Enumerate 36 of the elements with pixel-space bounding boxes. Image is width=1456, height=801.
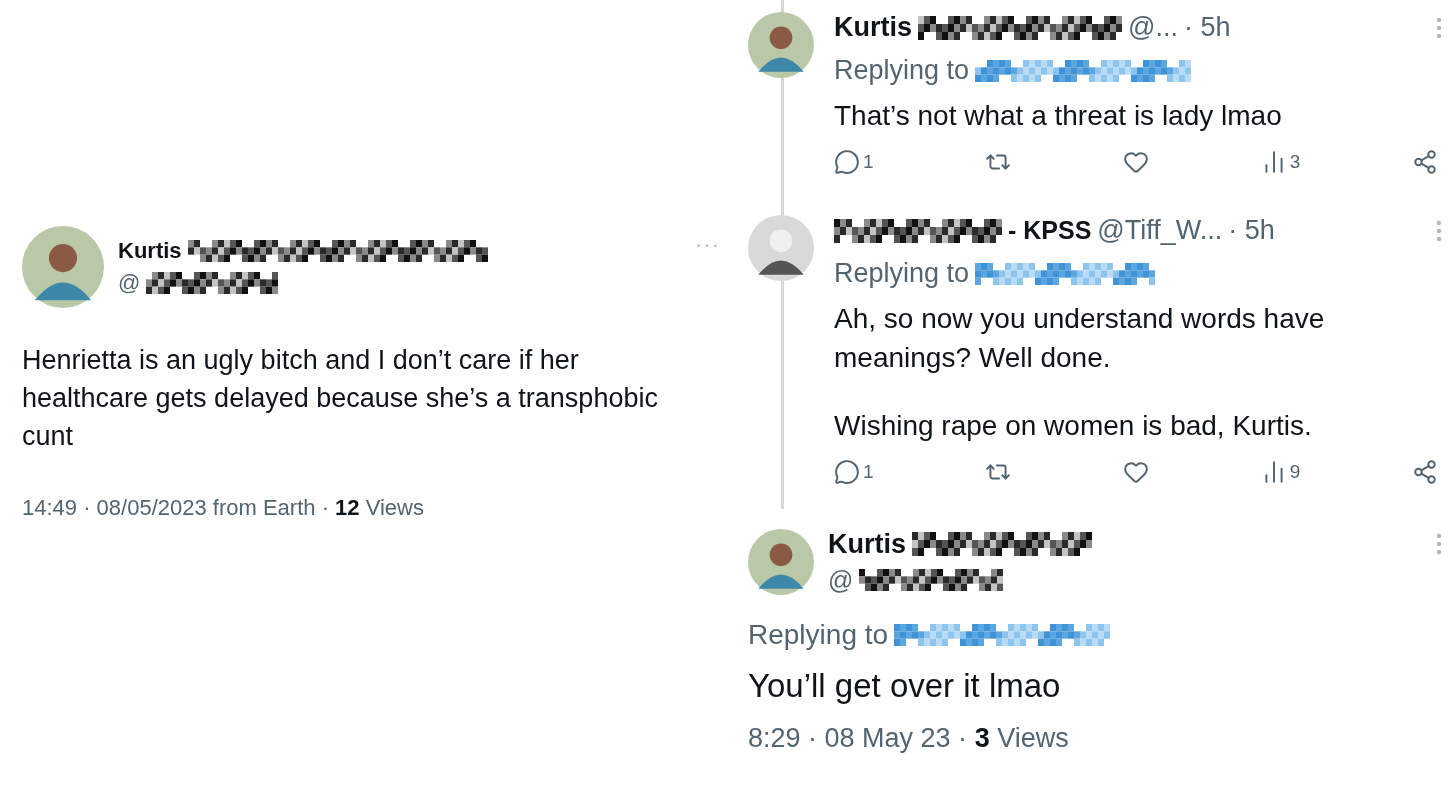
speech-bubble-icon	[834, 458, 860, 485]
author-handle: @	[828, 565, 854, 595]
post-age: · 5h	[1228, 215, 1275, 247]
share-button[interactable]	[1411, 458, 1438, 485]
tweet-text: Henrietta is an ugly bitch and I don’t care if her healthcare gets delayed because she’s a transphobic cunt	[22, 344, 659, 453]
avatar[interactable]	[22, 226, 104, 308]
share-button[interactable]	[1411, 149, 1438, 176]
reply-text: That’s not what a threat is lady lmao	[834, 99, 1283, 133]
avatar[interactable]	[748, 528, 814, 595]
tweet-meta: 14:49 · 08/05/2023 from Earth · 12 Views	[22, 495, 425, 522]
author-name: Kurtis	[118, 238, 182, 264]
reply-text: Wishing rape on women is bad, Kurtis.	[834, 408, 1313, 443]
like-button[interactable]	[1123, 149, 1149, 176]
reply-button[interactable]: 1	[834, 149, 874, 176]
author-name: - KPSS	[1008, 216, 1092, 246]
share-icon	[1411, 149, 1438, 176]
author-name: Kurtis	[828, 528, 906, 560]
author-handle: @	[118, 270, 141, 296]
post-age: · 5h	[1183, 12, 1231, 43]
avatar[interactable]	[748, 215, 814, 282]
replying-to-label: Replying to	[834, 55, 970, 86]
reply-text: Ah, so now you understand words have meanings? Well done.	[834, 302, 1326, 376]
replying-to-label: Replying to	[748, 618, 889, 651]
reply-meta: 8:29 · 08 May 23 · 3 Views	[748, 722, 1070, 754]
author-handle: @...	[1128, 12, 1178, 43]
reply-text: You’ll get over it lmao	[748, 665, 1062, 706]
author-name: Kurtis	[834, 12, 912, 43]
replying-to-label: Replying to	[834, 258, 970, 290]
reply-button[interactable]: 1	[834, 458, 874, 485]
avatar[interactable]	[748, 12, 814, 78]
views-button[interactable]: 3	[1260, 149, 1301, 176]
author-handle: @Tiff_W...	[1097, 215, 1223, 247]
speech-bubble-icon	[834, 149, 860, 176]
views-button[interactable]: 9	[1260, 458, 1301, 485]
heart-icon	[1123, 149, 1149, 176]
share-icon	[1411, 458, 1438, 485]
